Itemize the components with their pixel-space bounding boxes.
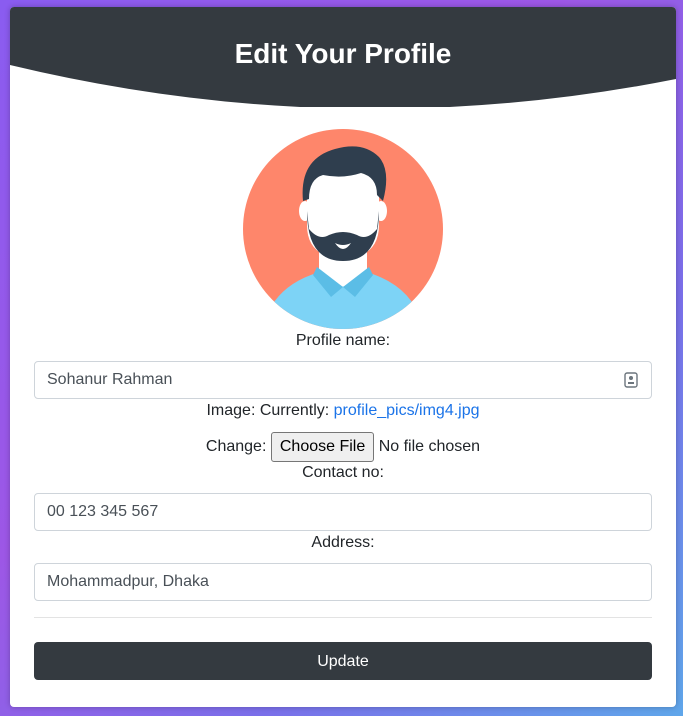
page-title: Edit Your Profile (234, 38, 452, 69)
change-label: Change: (205, 438, 267, 455)
address-input[interactable] (34, 563, 652, 601)
contact-card-icon[interactable] (624, 372, 638, 388)
profile-name-label: Profile name: (295, 332, 391, 349)
image-current-label: Image: Currently: (206, 402, 330, 419)
contact-label: Contact no: (302, 464, 384, 481)
profile-name-input[interactable] (34, 361, 652, 399)
profile-card: Edit Your Profile Profile name: Sohanur … (10, 7, 676, 707)
choose-file-button[interactable]: Choose File (270, 431, 375, 462)
form-divider (34, 617, 652, 618)
no-file-text: No file chosen (378, 438, 481, 455)
address-label: Address: (311, 534, 375, 551)
change-row: Change: Choose File No file chosen (10, 431, 676, 463)
image-row: Image: Currently: profile_pics/img4.jpg (10, 401, 676, 421)
contact-input[interactable] (34, 493, 652, 531)
update-button[interactable]: Update (34, 642, 652, 680)
user-avatar-icon (243, 129, 443, 329)
current-image-link[interactable]: profile_pics/img4.jpg (334, 402, 480, 419)
header-banner: Edit Your Profile (10, 7, 676, 107)
